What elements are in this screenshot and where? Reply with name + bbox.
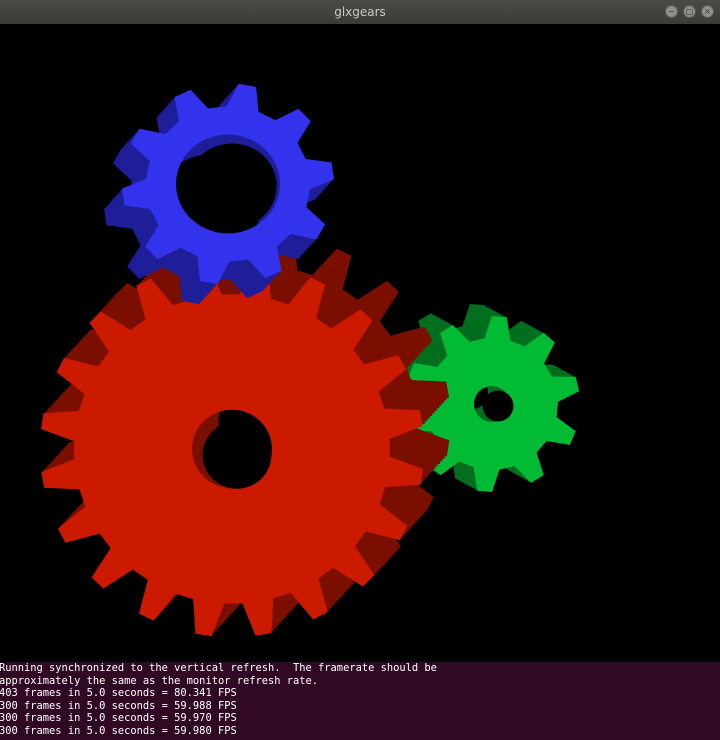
gl-viewport[interactable] (0, 24, 720, 662)
minimize-button[interactable]: − (665, 5, 678, 18)
maximize-icon: □ (685, 6, 694, 16)
terminal-line: approximately the same as the monitor re… (0, 674, 319, 687)
blue-gear (104, 83, 334, 304)
maximize-button[interactable]: □ (683, 5, 696, 18)
window-controls: − □ × (665, 5, 714, 18)
gears-canvas (41, 83, 580, 637)
terminal-line: 403 frames in 5.0 seconds = 80.341 FPS (0, 687, 237, 700)
window-title: glxgears (334, 5, 386, 19)
close-icon: × (704, 6, 711, 16)
minimize-icon: − (668, 6, 675, 16)
terminal-line: 300 frames in 5.0 seconds = 59.988 FPS (0, 699, 237, 712)
terminal-line: 300 frames in 5.0 seconds = 59.980 FPS (0, 724, 237, 737)
terminal-line: Running synchronized to the vertical ref… (0, 662, 437, 674)
window-titlebar[interactable]: glxgears − □ × (0, 0, 720, 25)
close-button[interactable]: × (701, 5, 714, 18)
terminal-line: 300 frames in 5.0 seconds = 59.970 FPS (0, 712, 237, 725)
terminal-output[interactable]: Running synchronized to the vertical ref… (0, 662, 720, 740)
